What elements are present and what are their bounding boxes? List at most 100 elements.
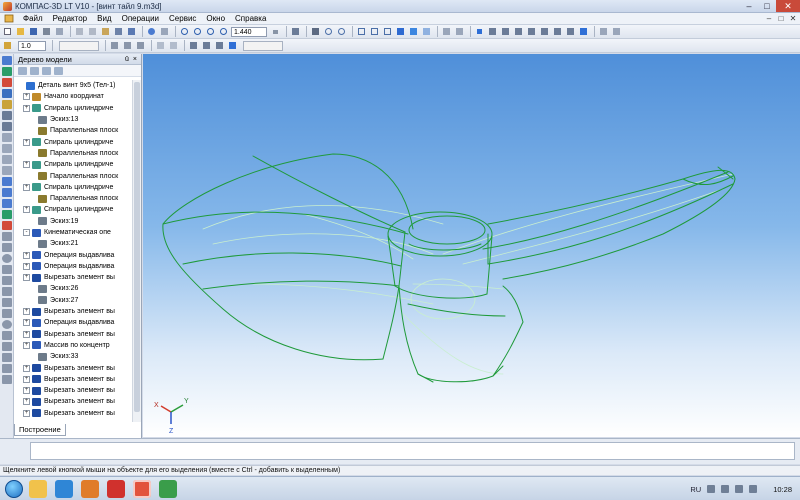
spline-tool-icon[interactable] (2, 276, 12, 285)
tree-item[interactable]: Параллельная плоск (14, 148, 132, 159)
tree-item[interactable]: + Начало координат (14, 91, 132, 102)
circle-tool-icon[interactable] (2, 254, 12, 263)
fillet-tool-icon[interactable] (2, 364, 12, 373)
coordinate-system-icon[interactable] (188, 40, 199, 51)
filter-tools-icon[interactable] (2, 111, 12, 120)
thread-icon[interactable] (2, 232, 12, 241)
section-icon[interactable] (441, 26, 452, 37)
elements-icon[interactable] (2, 144, 12, 153)
expand-icon[interactable]: + (23, 206, 30, 214)
tree-item[interactable]: + Массив по концентр (14, 340, 132, 351)
expand-icon[interactable]: + (23, 251, 30, 259)
sketch-tools-icon[interactable] (2, 89, 12, 98)
snap-vertex-icon[interactable] (513, 26, 524, 37)
operations-icon[interactable] (2, 67, 12, 76)
shaded-edges-icon[interactable] (408, 26, 419, 37)
close-button[interactable]: ✕ (776, 0, 800, 12)
tree-item[interactable]: Параллельная плоск (14, 193, 132, 204)
auxiliary-geometry-icon[interactable] (2, 78, 12, 87)
clock[interactable]: 10:28 (773, 485, 792, 494)
snap-edge-icon[interactable] (526, 26, 537, 37)
reports-icon[interactable] (2, 133, 12, 142)
expand-icon[interactable]: + (23, 330, 30, 338)
more-icon[interactable] (611, 26, 622, 37)
shell-icon[interactable] (2, 199, 12, 208)
explorer-task-icon[interactable] (29, 479, 47, 498)
style-icon[interactable] (109, 40, 120, 51)
projection-tool-icon[interactable] (2, 375, 12, 384)
tree-item[interactable]: + Операция выдавлива (14, 261, 132, 272)
tree-item[interactable]: Эскиз:33 (14, 351, 132, 362)
tree-item[interactable]: Параллельная плоск (14, 170, 132, 181)
thin-lines-icon[interactable] (382, 26, 393, 37)
preview-icon[interactable] (54, 26, 65, 37)
shaded-icon[interactable] (395, 26, 406, 37)
tree-item[interactable]: - Кинематическая опе (14, 227, 132, 238)
zoom-input[interactable]: 1.440 (231, 26, 267, 37)
model-tree-scrollbar[interactable] (132, 80, 141, 422)
expand-icon[interactable]: + (23, 364, 30, 372)
library-icon[interactable] (126, 26, 137, 37)
save-icon[interactable] (28, 26, 39, 37)
properties-icon[interactable] (113, 26, 124, 37)
cut-icon[interactable] (74, 26, 85, 37)
zoom-in-icon[interactable] (179, 26, 190, 37)
tree-item[interactable]: + Вырезать элемент вы (14, 306, 132, 317)
polyline-tool-icon[interactable] (2, 287, 12, 296)
zoom-scale-icon[interactable] (218, 26, 229, 37)
tree-item[interactable]: + Операция выдавлива (14, 317, 132, 328)
expand-icon[interactable]: + (23, 319, 30, 327)
help-icon[interactable] (146, 26, 157, 37)
menu-editor[interactable]: Редактор (48, 14, 92, 23)
expand-icon[interactable]: + (23, 138, 30, 146)
ortho-icon[interactable] (168, 40, 179, 51)
snap-axis-icon[interactable] (487, 26, 498, 37)
edit-tools-icon[interactable] (2, 56, 12, 65)
tree-item[interactable]: Деталь винт 9х5 (Тел-1) (14, 80, 132, 91)
tree-item[interactable]: + Вырезать элемент вы (14, 374, 132, 385)
tree-item[interactable]: + Вырезать элемент вы (14, 385, 132, 396)
property-panel-body[interactable] (30, 442, 795, 460)
ie-task-icon[interactable] (55, 479, 73, 498)
cursor-coords-field[interactable] (243, 40, 283, 51)
expand-icon[interactable]: + (23, 161, 30, 169)
snap-toggle-icon[interactable] (227, 40, 238, 51)
document-icon[interactable] (3, 14, 15, 24)
language-indicator[interactable]: RU (690, 485, 701, 494)
grid-step-icon[interactable] (2, 40, 13, 51)
measure-tools-icon[interactable] (2, 100, 12, 109)
tree-item[interactable]: + Вырезать элемент вы (14, 329, 132, 340)
snap-add-icon[interactable] (474, 26, 485, 37)
tree-item[interactable]: + Операция выдавлива (14, 249, 132, 260)
menu-window[interactable]: Окно (201, 14, 230, 23)
snap-settings-icon[interactable] (578, 26, 589, 37)
rib-icon[interactable] (2, 210, 12, 219)
kompas-task-icon[interactable] (133, 479, 151, 498)
pan-icon[interactable] (310, 26, 321, 37)
trim-tool-icon[interactable] (2, 353, 12, 362)
snap-normal-icon[interactable] (539, 26, 550, 37)
tree-structure-icon[interactable] (18, 66, 27, 75)
axis-select-icon[interactable] (214, 40, 225, 51)
menu-operations[interactable]: Операции (117, 14, 164, 23)
snap-tangent-icon[interactable] (552, 26, 563, 37)
snap-center-icon[interactable] (565, 26, 576, 37)
expand-icon[interactable]: + (23, 274, 30, 282)
minimize-button[interactable]: – (740, 0, 758, 12)
orientation-icon[interactable] (290, 26, 301, 37)
tree-item[interactable]: Эскиз:26 (14, 283, 132, 294)
rectangle-tool-icon[interactable] (2, 309, 12, 318)
snap-point-icon[interactable] (500, 26, 511, 37)
tree-item[interactable]: Эскиз:27 (14, 295, 132, 306)
volume-icon[interactable] (735, 485, 744, 493)
media-task-icon[interactable] (81, 479, 99, 498)
line-tool-icon[interactable] (2, 243, 12, 252)
opera-task-icon[interactable] (107, 479, 125, 498)
expand-icon[interactable]: + (23, 308, 30, 316)
tree-sort-icon[interactable] (30, 66, 39, 75)
start-button[interactable] (5, 479, 23, 498)
tray-arrow-icon[interactable] (707, 485, 716, 493)
scale-input[interactable]: 1.0 (18, 40, 46, 51)
wireframe-view-icon[interactable] (356, 26, 367, 37)
zoom-dropdown-icon[interactable] (270, 26, 281, 37)
